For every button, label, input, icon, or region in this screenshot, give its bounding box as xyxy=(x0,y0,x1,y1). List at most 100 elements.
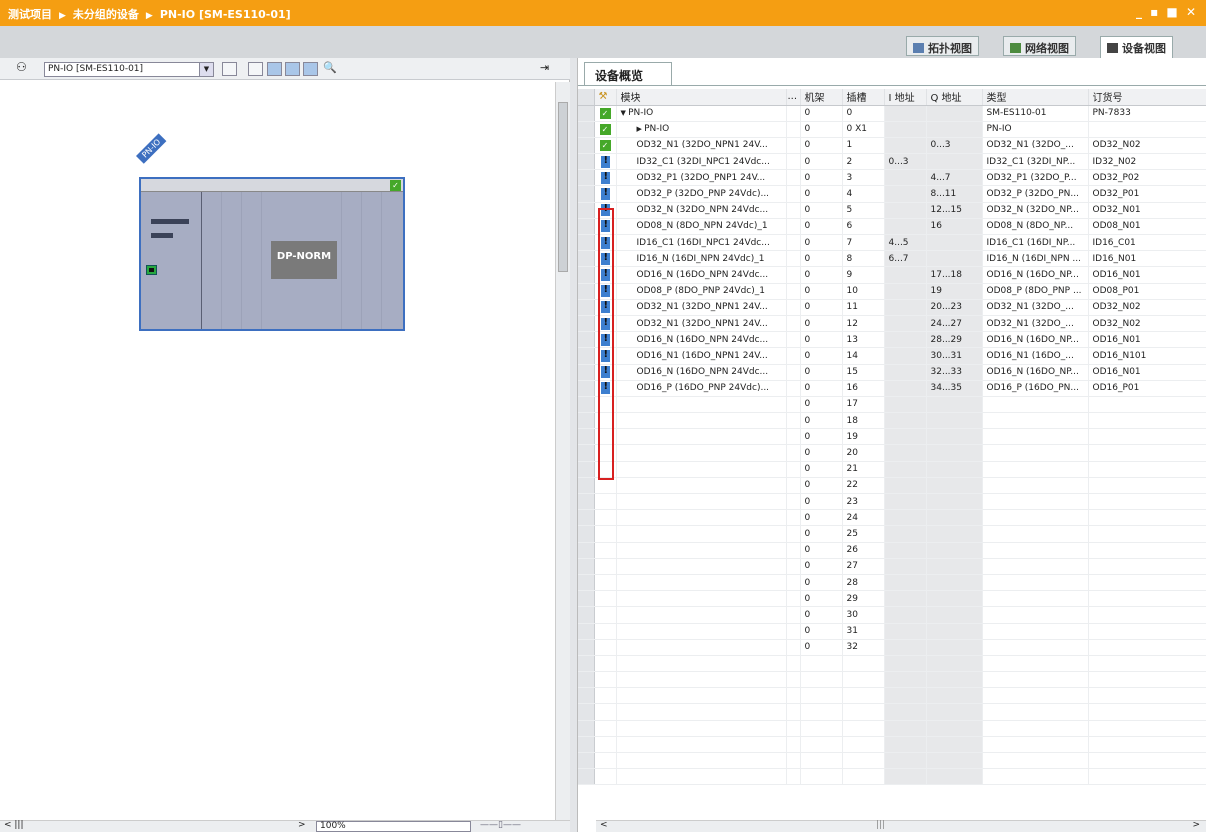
window-controls[interactable]: _ ▪ ■ ✕ xyxy=(1136,5,1198,19)
row-gutter xyxy=(578,153,595,171)
table-row[interactable]: 0 17 xyxy=(578,396,1206,414)
dp-norm-module[interactable]: DP-NORM xyxy=(271,241,337,279)
table-row[interactable]: OD08_P (8DO_PNP 24Vdc)_1 010 19OD08_P (8DO… xyxy=(578,283,1206,300)
table-row[interactable]: 0 32 xyxy=(578,639,1206,656)
table-row[interactable]: 0 28 xyxy=(578,574,1206,592)
table-row[interactable]: ✓ ▶ PN-IO 0 0 X1 PN-IO xyxy=(578,121,1206,138)
empty-cell xyxy=(578,752,595,770)
table-row[interactable]: OD32_N1 (32DO_NPN1 24V...01120...23OD32_… xyxy=(578,299,1206,316)
row-gutter xyxy=(578,509,595,527)
table-row[interactable]: 0 27 xyxy=(578,558,1206,575)
table-row[interactable]: 0 22 xyxy=(578,477,1206,495)
collapse-panel-icon[interactable]: ⇥ xyxy=(540,61,555,75)
graphic-view-icon[interactable] xyxy=(267,62,282,76)
scroll-left-icon[interactable]: < xyxy=(600,820,608,830)
row-status: ✓ xyxy=(594,121,617,138)
empty-cell xyxy=(1088,655,1206,673)
cell-type: OD32_N (32DO_NP... xyxy=(982,202,1089,219)
breadcrumb-project[interactable]: 测试项目 xyxy=(8,8,52,21)
col-slot[interactable]: 插槽 xyxy=(842,89,885,106)
row-gutter xyxy=(578,542,595,559)
cell-rack: 0 xyxy=(800,380,843,397)
scroll-thumb[interactable] xyxy=(558,102,568,272)
scroll-right-icon[interactable]: > xyxy=(1192,820,1200,830)
table-row[interactable]: ✓ OD32_N1 (32DO_NPN1 24V... 0 1 0...3 OD32_N1… xyxy=(578,137,1206,155)
vertical-scrollbar[interactable] xyxy=(555,82,570,822)
zoom-icon[interactable]: 🔍 xyxy=(323,61,338,75)
tab-network-view[interactable]: 网络视图 xyxy=(1003,36,1076,56)
table-row[interactable]: OD16_N (16DO_NPN 24Vdc...01532...33OD16_… xyxy=(578,364,1206,381)
cell-type xyxy=(982,444,1089,462)
col-type[interactable]: 类型 xyxy=(982,89,1089,106)
page-break-icon[interactable] xyxy=(303,62,318,76)
labels-icon[interactable] xyxy=(248,62,263,76)
scroll-right-icon[interactable]: > xyxy=(298,820,306,830)
expand-right-icon[interactable]: ▶ xyxy=(637,125,645,133)
table-row[interactable]: 0 24 xyxy=(578,509,1206,527)
chevron-down-icon[interactable]: ▼ xyxy=(199,63,213,76)
table-row[interactable]: ID32_C1 (32DI_NPC1 24Vdc... 020...3 ID32_C… xyxy=(578,153,1206,171)
grid-icon[interactable] xyxy=(285,62,300,76)
table-row[interactable]: OD32_P1 (32DO_PNP1 24V... 03 4...7OD32_P1 … xyxy=(578,169,1206,187)
scroll-thumb[interactable]: ||| xyxy=(876,820,885,830)
table-row[interactable]: 0 21 xyxy=(578,461,1206,478)
empty-cell xyxy=(786,671,801,689)
device-selector[interactable]: PN-IO [SM-ES110-01] ▼ xyxy=(44,62,214,77)
properties-icon[interactable] xyxy=(222,62,237,76)
cell-module: OD16_N (16DO_NPN 24Vdc... xyxy=(616,331,787,349)
row-gutter xyxy=(578,493,595,511)
row-gutter xyxy=(578,105,595,122)
device-tree-icon[interactable]: ⚇ xyxy=(16,60,31,74)
table-row[interactable]: ID16_C1 (16DI_NPC1 24Vdc... 074...5 ID16_C… xyxy=(578,234,1206,252)
panel-splitter[interactable] xyxy=(570,58,578,832)
zoom-select[interactable]: 100% xyxy=(316,821,471,832)
network-icon xyxy=(1010,43,1021,53)
table-row[interactable]: OD16_N1 (16DO_NPN1 24V...01430...31OD16_… xyxy=(578,347,1206,365)
table-row[interactable]: OD08_N (8DO_NPN 24Vdc)_1 06 16OD08_N (8DO_… xyxy=(578,218,1206,236)
table-row[interactable]: 0 25 xyxy=(578,525,1206,543)
col-more[interactable]: ... xyxy=(786,89,801,106)
table-row[interactable]: OD16_N (16DO_NPN 24Vdc...01328...29OD16_… xyxy=(578,331,1206,349)
col-order-number[interactable]: 订货号 xyxy=(1088,89,1206,106)
cell-rack: 0 xyxy=(800,606,843,624)
tab-device-view[interactable]: 设备视图 xyxy=(1100,36,1173,58)
cell-rack: 0 xyxy=(800,639,843,656)
table-row[interactable]: 0 26 xyxy=(578,542,1206,559)
cell-more xyxy=(786,558,801,575)
table-row[interactable]: 0 19 xyxy=(578,428,1206,446)
table-row[interactable]: 0 18 xyxy=(578,412,1206,430)
tab-device-overview[interactable]: 设备概览 xyxy=(584,62,672,86)
col-rack[interactable]: 机架 xyxy=(800,89,843,106)
table-row[interactable]: ID16_N (16DI_NPN 24Vdc)_1 086...7 ID16_N (… xyxy=(578,250,1206,268)
table-row[interactable]: 0 31 xyxy=(578,623,1206,640)
tab-topology-view[interactable]: 拓扑视图 xyxy=(906,36,979,56)
cell-more xyxy=(786,639,801,656)
zoom-slider[interactable]: ——▯—— xyxy=(480,820,521,830)
breadcrumb-device[interactable]: PN-IO [SM-ES110-01] xyxy=(160,8,291,21)
table-row[interactable]: 0 30 xyxy=(578,606,1206,624)
table-row[interactable]: OD32_N (32DO_NPN 24Vdc...0512...15OD32_N… xyxy=(578,202,1206,219)
expand-down-icon[interactable]: ▼ xyxy=(621,109,629,117)
cell-slot: 31 xyxy=(842,623,885,640)
col-q-address[interactable]: Q 地址 xyxy=(926,89,983,106)
ethernet-port-icon[interactable] xyxy=(146,265,157,275)
col-module[interactable]: 模块 xyxy=(616,89,787,106)
cell-slot: 18 xyxy=(842,412,885,430)
table-row[interactable]: ✓ ▼ PN-IO 0 0 SM-ES110-01 PN-7833 xyxy=(578,105,1206,122)
table-row[interactable]: OD32_N1 (32DO_NPN1 24V...01224...27OD32_… xyxy=(578,315,1206,333)
table-row[interactable]: OD32_P (32DO_PNP 24Vdc)...048...11OD32_P… xyxy=(578,185,1206,203)
table-row[interactable]: 0 23 xyxy=(578,493,1206,511)
col-i-address[interactable]: I 地址 xyxy=(884,89,927,106)
scroll-left-icon[interactable]: < ||| xyxy=(4,820,24,830)
horizontal-scrollbar[interactable]: < ||| > xyxy=(596,820,1206,832)
table-row[interactable]: OD16_P (16DO_PNP 24Vdc)...01634...35OD16… xyxy=(578,380,1206,397)
table-row[interactable]: 0 29 xyxy=(578,590,1206,608)
cell-i-address xyxy=(884,428,927,446)
cell-order-number xyxy=(1088,606,1206,624)
breadcrumb-group[interactable]: 未分组的设备 xyxy=(73,8,139,21)
cell-more xyxy=(786,623,801,640)
device-rack[interactable]: ✓ DP-NORM xyxy=(139,177,405,331)
cell-slot: 15 xyxy=(842,364,885,381)
table-row[interactable]: 0 20 xyxy=(578,444,1206,462)
table-row[interactable]: OD16_N (16DO_NPN 24Vdc...0917...18OD16_N… xyxy=(578,266,1206,284)
